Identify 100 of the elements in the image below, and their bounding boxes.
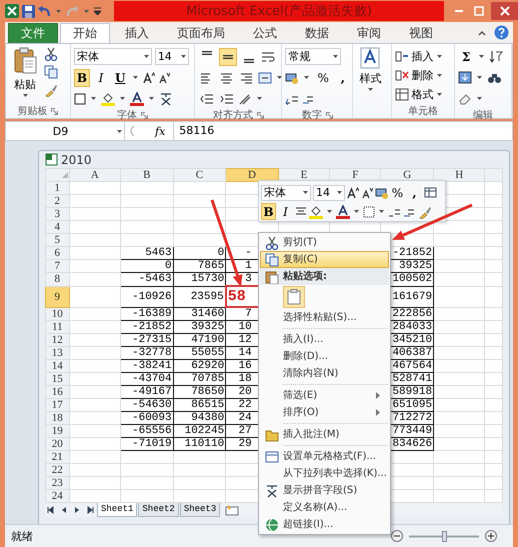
decrease-indent-icon[interactable] [200,92,214,104]
font-name-field[interactable]: 宋体 [261,184,311,200]
name-box[interactable]: D9 [6,122,125,140]
slider-thumb[interactable] [442,530,447,542]
ribbon-tab[interactable]: 公式 [240,23,290,43]
customize-toolbar-icon[interactable] [94,7,101,15]
row-header[interactable]: 18 [46,412,70,424]
ribbon-tab[interactable]: 插入 [112,23,162,43]
format-painter-icon[interactable] [418,204,432,218]
menu-item[interactable]: 显示拼音字段(S) [260,482,389,499]
align-center-icon[interactable] [220,72,234,84]
formula-input-field[interactable]: 58116 [173,122,512,140]
ribbon-tab[interactable]: 视图 [396,23,446,43]
ribbon-tab[interactable]: 开始 [60,23,110,43]
sheet-tab[interactable]: Sheet1 [97,503,138,517]
sort-filter-icon[interactable] [489,50,504,63]
percent-button[interactable]: % [390,184,405,201]
row-header[interactable]: 7 [46,260,70,272]
menu-item[interactable]: 复制(C) [260,251,389,268]
fill-color-icon[interactable] [309,204,323,218]
file-tab[interactable]: 文件 [8,23,58,43]
percent-button[interactable]: % [314,68,332,86]
row-header[interactable]: 20 [46,438,70,450]
row-header[interactable]: 19 [46,424,70,438]
font-name-field[interactable]: 宋体 [74,48,152,65]
fill-down-icon[interactable] [458,71,472,84]
align-right-icon[interactable] [240,72,254,84]
menu-item[interactable]: 超链接(I)... [260,516,389,533]
font-color-icon[interactable] [130,92,144,106]
row-header[interactable]: 15 [46,372,70,386]
italic-button[interactable]: I [278,203,293,220]
borders-icon[interactable] [363,206,375,218]
increase-indent-icon[interactable] [220,92,234,104]
collapse-ribbon-icon[interactable] [478,31,486,36]
row-header[interactable]: 6 [46,246,70,260]
row-header[interactable]: 4 [46,220,70,234]
paste-option-button[interactable] [283,286,305,308]
row-header[interactable]: 21 [46,450,70,464]
cut-icon[interactable] [44,47,58,61]
borders-icon[interactable] [74,92,86,104]
currency-icon[interactable] [285,72,300,84]
ribbon-tab[interactable]: 数据 [292,23,342,43]
save-icon[interactable] [22,4,35,18]
autosum-button[interactable]: Σ [458,48,474,66]
font-size-field[interactable]: 14 [313,184,345,200]
formula-bar-handle-icon[interactable] [129,125,135,137]
next-sheet-icon[interactable] [73,506,81,514]
text-orientation-icon[interactable] [238,92,252,104]
copy-icon[interactable] [44,65,58,79]
underline-button[interactable]: U [112,68,128,86]
align-center-icon[interactable] [295,206,307,217]
row-header[interactable]: 5 [46,234,70,246]
eraser-icon[interactable] [458,92,472,104]
close-button[interactable] [491,2,518,20]
fill-color-icon[interactable] [100,92,115,106]
bold-button[interactable]: B [74,68,90,86]
column-header[interactable]: B [120,168,174,182]
menu-item[interactable]: 定义名称(A)... [260,499,389,516]
row-header[interactable]: 16 [46,386,70,398]
sheet-tab[interactable]: Sheet3 [180,503,220,517]
grow-font-icon[interactable] [347,186,359,198]
shrink-font-icon[interactable] [158,72,170,84]
format-painter-icon[interactable] [44,83,58,97]
row-header[interactable]: 22 [46,464,70,476]
excel-logo-icon[interactable] [5,4,19,18]
menu-item[interactable]: 从下拉列表中选择(K)... [260,465,389,482]
font-size-field[interactable]: 14 [154,48,189,65]
column-header[interactable]: D [226,168,278,182]
number-format-field[interactable]: 常规 [285,48,342,65]
delete-cells-button[interactable]: 删除 [395,66,444,84]
insert-cells-button[interactable]: 插入 [395,47,444,65]
column-header[interactable]: C [173,168,226,182]
dialog-launcher-icon[interactable] [141,112,148,118]
column-header[interactable]: F [330,168,381,182]
menu-item[interactable]: 设置单元格格式(F)... [260,448,389,465]
format-table-icon[interactable] [424,187,437,198]
column-header[interactable]: H [434,168,485,182]
shrink-font-icon[interactable] [361,186,373,198]
format-cells-button[interactable]: 格式 [395,85,444,103]
dialog-launcher-icon[interactable] [51,108,58,114]
help-icon[interactable] [494,25,509,40]
styles-button[interactable]: 样式 [356,47,384,104]
row-header[interactable]: 10 [46,307,70,320]
paste-button[interactable]: 粘贴 [9,47,41,104]
row-header[interactable]: 1 [46,182,70,194]
row-header[interactable]: 23 [46,476,70,490]
column-header[interactable]: E [278,168,330,182]
row-header[interactable]: 24 [46,490,70,502]
last-sheet-icon[interactable] [86,506,94,514]
align-middle-button[interactable] [219,48,238,66]
zoom-out-icon[interactable] [391,530,403,542]
comma-button[interactable]: , [334,68,351,86]
dialog-launcher-icon[interactable] [326,112,333,118]
column-header[interactable]: A [69,168,121,182]
row-header[interactable]: 9 [46,286,70,307]
row-header[interactable]: 12 [46,334,70,346]
row-header[interactable]: 13 [46,346,70,360]
italic-button[interactable]: I [92,68,109,86]
row-header[interactable]: 17 [46,398,70,412]
column-header[interactable]: G [380,168,434,182]
